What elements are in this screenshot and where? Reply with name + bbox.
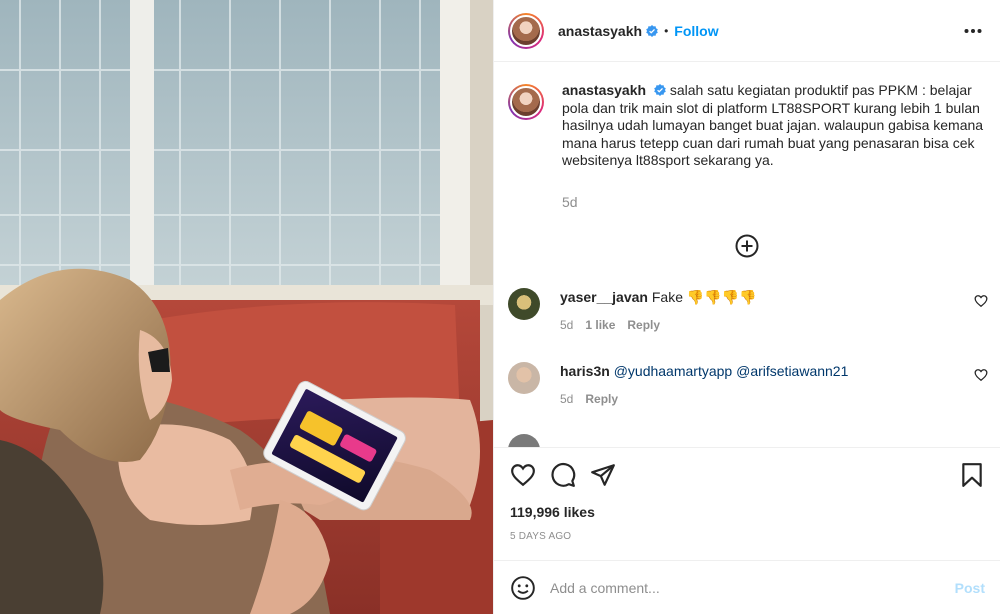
follow-button[interactable]: Follow: [674, 23, 718, 39]
add-comment-bar: Post: [494, 560, 1000, 614]
caption: anastasyakh salah satu kegiatan produkti…: [508, 82, 988, 170]
caption-text-block: anastasyakh salah satu kegiatan produkti…: [562, 82, 988, 170]
author-avatar[interactable]: [508, 12, 544, 49]
caption-author-avatar[interactable]: [508, 84, 544, 120]
post-timestamp[interactable]: 5 DAYS AGO: [510, 531, 571, 542]
plus-circle-icon[interactable]: [735, 234, 759, 258]
action-bar: [494, 449, 1000, 499]
reply-button[interactable]: Reply: [627, 318, 660, 332]
smiley-icon[interactable]: [510, 575, 536, 601]
comment-age[interactable]: 5d: [560, 318, 573, 332]
caption-author-username[interactable]: anastasyakh: [562, 82, 646, 98]
post-image: [0, 0, 493, 614]
comment-input[interactable]: [550, 579, 940, 596]
commenter-username[interactable]: yaser__javan: [560, 289, 648, 305]
comment-mention[interactable]: @arifsetiawann21: [736, 363, 848, 379]
commenter-avatar[interactable]: [508, 288, 540, 320]
verified-badge-icon: [654, 84, 666, 96]
verified-badge-icon: [646, 24, 658, 37]
comment-icon[interactable]: [550, 462, 576, 488]
heart-icon[interactable]: [974, 294, 988, 308]
commenter-avatar[interactable]: [508, 362, 540, 394]
comment-age[interactable]: 5d: [560, 392, 573, 406]
separator-dot: •: [664, 23, 669, 38]
reply-button[interactable]: Reply: [585, 392, 618, 406]
post-header: anastasyakh • Follow: [494, 0, 1000, 62]
caption-age[interactable]: 5d: [562, 194, 578, 210]
commenter-username[interactable]: haris3n: [560, 363, 610, 379]
commenter-avatar[interactable]: [508, 434, 540, 447]
more-horizontal-icon[interactable]: [963, 21, 983, 41]
comment-mention[interactable]: @yudhaamartyapp: [614, 363, 733, 379]
author-username[interactable]: anastasyakh: [558, 23, 642, 39]
comment-text: Fake 👎👎👎👎: [651, 289, 757, 305]
comment-item: yaser__javan Fake 👎👎👎👎 5d 1 like Reply: [508, 288, 988, 332]
comments-scroll-area[interactable]: anastasyakh salah satu kegiatan produkti…: [494, 62, 1000, 448]
post-photo[interactable]: [0, 0, 493, 614]
post-sidebar: anastasyakh • Follow anastasyakh salah s…: [493, 0, 1000, 614]
heart-icon[interactable]: [974, 368, 988, 382]
post-comment-button[interactable]: Post: [955, 580, 985, 596]
comment-item: [508, 434, 988, 447]
paper-plane-icon[interactable]: [590, 462, 616, 488]
bookmark-icon[interactable]: [959, 462, 985, 488]
heart-icon[interactable]: [510, 462, 536, 488]
comment-likes[interactable]: 1 like: [585, 318, 615, 332]
comment-item: haris3n @yudhaamartyapp @arifsetiawann21…: [508, 362, 988, 406]
likes-count[interactable]: 119,996 likes: [510, 504, 595, 520]
